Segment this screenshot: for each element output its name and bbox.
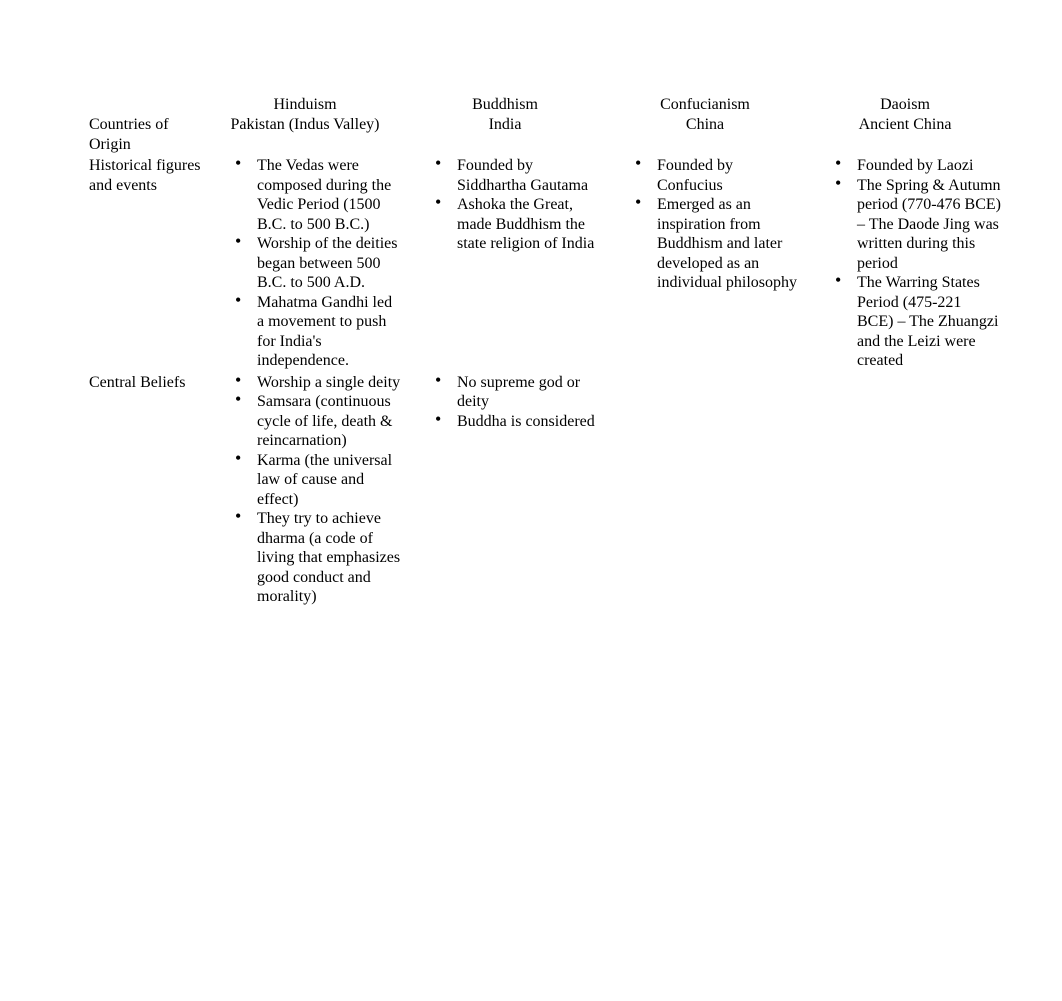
beliefs-daoism [805,372,1005,608]
list-item: The Spring & Autumn period (770-476 BCE)… [835,176,1001,274]
list-item: Karma (the universal law of cause and ef… [235,451,401,510]
list-item: Worship of the deities began between 500… [235,234,401,293]
column-header-daoism: Daoism [805,95,1005,114]
table-header-row: Hinduism Buddhism Confucianism Daoism [85,95,1005,114]
table-row-historical: Historical figures and events The Vedas … [85,155,1005,372]
list-item: Founded by Confucius [635,156,801,195]
row-label-beliefs: Central Beliefs [85,372,205,608]
table-row-beliefs: Central Beliefs Worship a single deity S… [85,372,1005,608]
historical-daoism: Founded by Laozi The Spring & Autumn per… [805,155,1005,372]
list-item: Buddha is considered [435,412,601,432]
beliefs-confucianism [605,372,805,608]
column-header-hinduism: Hinduism [205,95,405,114]
beliefs-buddhism: No supreme god or deity Buddha is consid… [405,372,605,608]
list-item: The Vedas were composed during the Vedic… [235,156,401,234]
list-item: They try to achieve dharma (a code of li… [235,509,401,607]
list-item: Samsara (continuous cycle of life, death… [235,392,401,451]
column-header-buddhism: Buddhism [405,95,605,114]
historical-hinduism: The Vedas were composed during the Vedic… [205,155,405,372]
comparison-table: Hinduism Buddhism Confucianism Daoism Co… [85,95,1005,608]
beliefs-hinduism: Worship a single deity Samsara (continuo… [205,372,405,608]
origin-buddhism: India [405,114,605,155]
list-item: Worship a single deity [235,373,401,393]
row-label-origin: Countries of Origin [85,114,205,155]
list-item: Emerged as an inspiration from Buddhism … [635,195,801,293]
origin-confucianism: China [605,114,805,155]
historical-buddhism: Founded by Siddhartha Gautama Ashoka the… [405,155,605,372]
list-item: The Warring States Period (475-221 BCE) … [835,273,1001,371]
table-row-origin: Countries of Origin Pakistan (Indus Vall… [85,114,1005,155]
row-label-historical: Historical figures and events [85,155,205,372]
origin-hinduism: Pakistan (Indus Valley) [205,114,405,155]
list-item: Founded by Laozi [835,156,1001,176]
historical-confucianism: Founded by Confucius Emerged as an inspi… [605,155,805,372]
list-item: No supreme god or deity [435,373,601,412]
list-item: Founded by Siddhartha Gautama [435,156,601,195]
origin-daoism: Ancient China [805,114,1005,155]
list-item: Mahatma Gandhi led a movement to push fo… [235,293,401,371]
list-item: Ashoka the Great, made Buddhism the stat… [435,195,601,254]
column-header-confucianism: Confucianism [605,95,805,114]
